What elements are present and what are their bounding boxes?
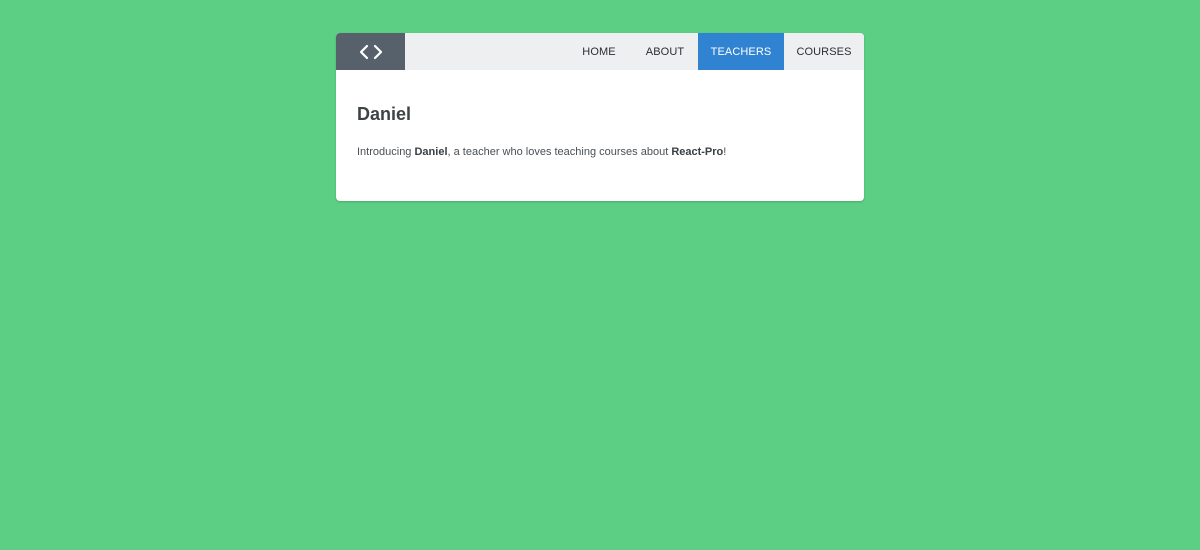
intro-course-name: React-Pro xyxy=(671,146,724,158)
teacher-card: HOME ABOUT TEACHERS COURSES Daniel Intro… xyxy=(336,33,864,201)
teacher-content: Daniel Introducing Daniel, a teacher who… xyxy=(357,103,843,158)
nav-courses-link[interactable]: COURSES xyxy=(784,33,864,70)
nav-links: HOME ABOUT TEACHERS COURSES xyxy=(566,33,864,70)
intro-middle: , a teacher who loves teaching courses a… xyxy=(447,146,672,158)
logo-button[interactable] xyxy=(336,33,405,70)
intro-suffix: ! xyxy=(723,146,727,158)
main-navbar: HOME ABOUT TEACHERS COURSES xyxy=(336,33,864,70)
nav-home-link[interactable]: HOME xyxy=(566,33,632,70)
teacher-name-heading: Daniel xyxy=(357,104,412,124)
code-brackets-icon xyxy=(359,44,382,59)
nav-about-link[interactable]: ABOUT xyxy=(632,33,698,70)
intro-prefix: Introducing xyxy=(357,146,415,158)
nav-teachers-link[interactable]: TEACHERS xyxy=(698,33,784,70)
intro-teacher-name: Daniel xyxy=(414,146,448,158)
teacher-intro-text: Introducing Daniel, a teacher who loves … xyxy=(357,145,726,159)
